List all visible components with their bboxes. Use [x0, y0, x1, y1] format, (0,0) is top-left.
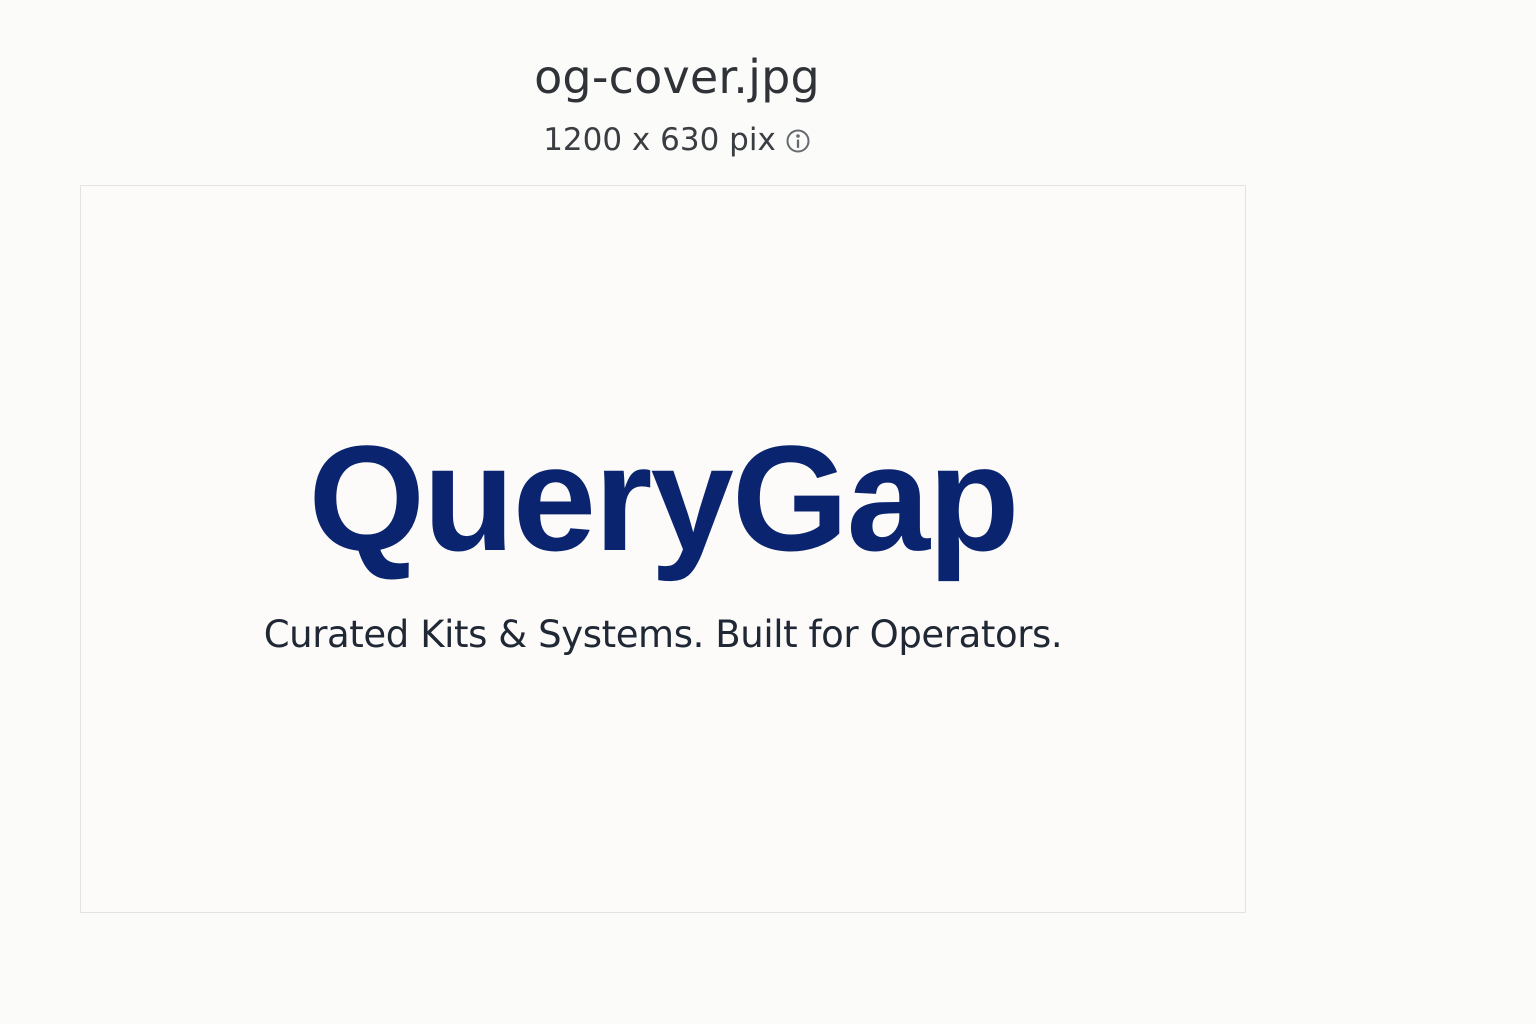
cover-tagline: Curated Kits & Systems. Built for Operat…: [263, 613, 1063, 656]
dimensions-row: 1200 x 630 pix: [80, 120, 1274, 160]
image-dimensions: 1200 x 630 pix: [543, 122, 776, 158]
image-preview: QueryGap Curated Kits & Systems. Built f…: [80, 185, 1246, 913]
file-name: og-cover.jpg: [534, 50, 820, 104]
info-circle-icon[interactable]: [785, 128, 811, 154]
cover-title: QueryGap: [308, 414, 1019, 582]
file-header: og-cover.jpg 1200 x 630 pix: [80, 48, 1274, 160]
